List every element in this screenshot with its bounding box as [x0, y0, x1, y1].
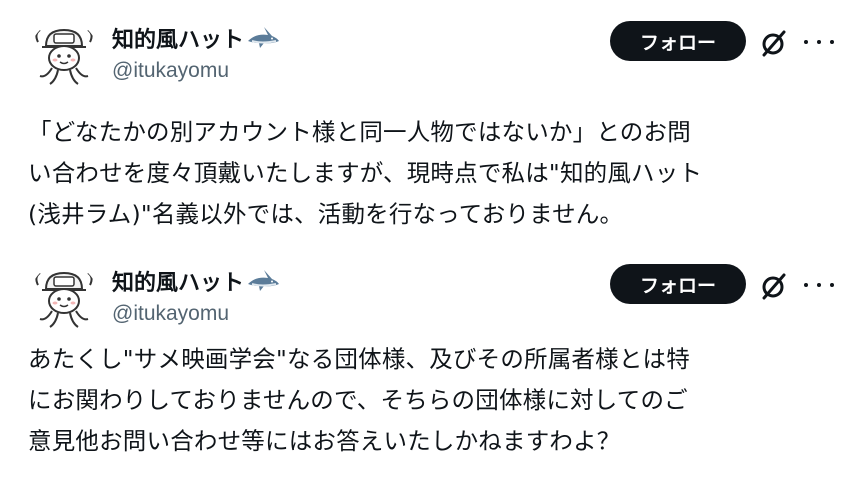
post-text-line: (浅井ラム)"名義以外では、活動を行なっておりません。	[28, 200, 624, 228]
author-name[interactable]: 知的風ハット	[112, 22, 280, 54]
dot	[830, 40, 834, 44]
more-options-icon[interactable]	[804, 275, 834, 295]
grok-icon[interactable]	[759, 271, 789, 301]
post-text-line: 「どなたかの別アカウント様と同一人物ではないか」とのお問	[28, 118, 691, 146]
shark-icon	[248, 270, 280, 291]
post-1[interactable]: 知的風ハット @itukayomu フォロー 「どなたかの別アカウント様と同一人…	[0, 0, 864, 243]
dot	[804, 283, 808, 287]
author-name[interactable]: 知的風ハット	[112, 265, 280, 297]
author-name-text[interactable]: 知的風ハット	[112, 22, 244, 54]
post-text-line: あたくし"サメ映画学会"なる団体様、及びその所属者様とは特	[28, 345, 690, 373]
dot	[804, 40, 808, 44]
shark-icon	[248, 27, 280, 48]
post-text-line: にお関わりしておりませんので、そちらの団体様に対してのご	[28, 386, 688, 414]
avatar[interactable]	[30, 20, 98, 88]
post-text-line: い合わせを度々頂戴いたしますが、現時点で私は"知的風ハット	[28, 159, 703, 187]
dot	[817, 283, 821, 287]
dot	[817, 40, 821, 44]
author-name-text[interactable]: 知的風ハット	[112, 265, 244, 297]
author-handle[interactable]: @itukayomu	[112, 302, 229, 326]
author-handle[interactable]: @itukayomu	[112, 59, 229, 83]
post-text: 「どなたかの別アカウント様と同一人物ではないか」とのお問 い合わせを度々頂戴いた…	[28, 112, 840, 235]
follow-button[interactable]: フォロー	[610, 264, 746, 304]
follow-button[interactable]: フォロー	[610, 21, 746, 61]
dot	[830, 283, 834, 287]
grok-icon[interactable]	[759, 28, 789, 58]
avatar[interactable]	[30, 263, 98, 331]
post-2[interactable]: 知的風ハット @itukayomu フォロー あたくし"サメ映画学会"なる団体様…	[0, 243, 864, 487]
more-options-icon[interactable]	[804, 32, 834, 52]
post-text-line: 意見他お問い合わせ等にはお答えいたしかねますわよ？	[28, 427, 621, 455]
post-text: あたくし"サメ映画学会"なる団体様、及びその所属者様とは特 にお関わりしておりま…	[28, 339, 840, 462]
